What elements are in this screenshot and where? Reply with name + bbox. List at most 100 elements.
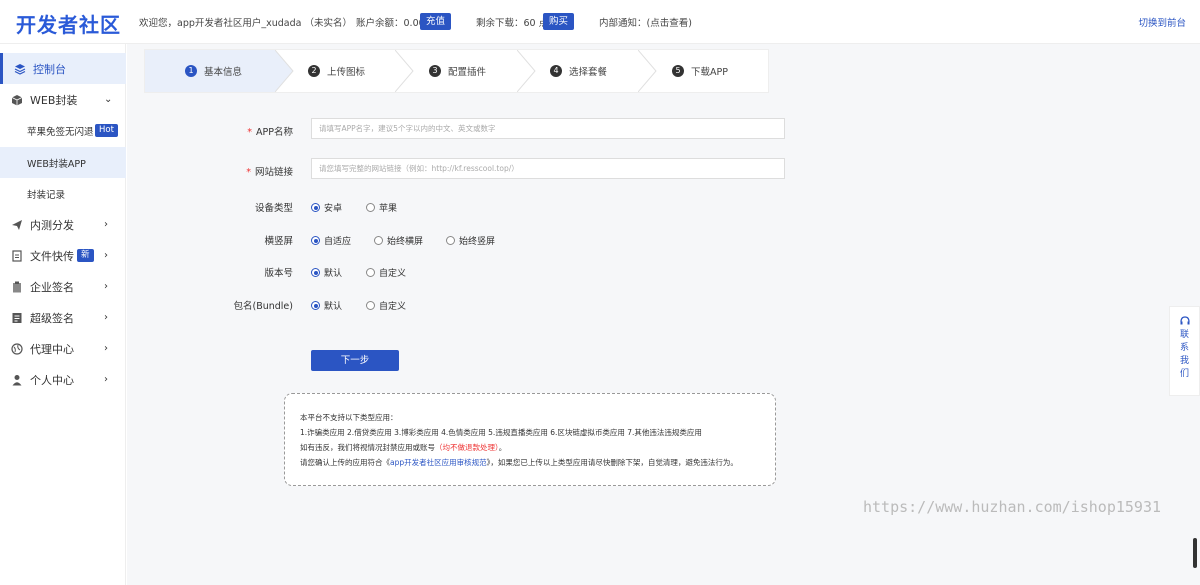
document-icon [11, 312, 23, 324]
clipboard-icon [11, 281, 23, 293]
sidebar-item-label: 封装记录 [27, 189, 66, 201]
balance-text: 账户余额：0.00 [356, 18, 425, 29]
app-name-input[interactable]: 请填写APP名字，建议5个字以内的中文、英文或数字 [311, 118, 785, 139]
internal-notice-link[interactable]: 内部通知：(点击查看) [599, 15, 692, 29]
sidebar-item-beta-distribution[interactable]: 内测分发 › [0, 209, 126, 240]
radio-portrait[interactable]: 始终竖屏 [446, 234, 495, 247]
chevron-right-icon: › [104, 343, 108, 354]
step-download-app[interactable]: 5 下载APP [672, 50, 728, 92]
step-progress: 1 基本信息 2 上传图标 3 配置插件 4 选择套餐 5 下载APP [144, 49, 769, 93]
url-label: * 网站链接 [246, 167, 293, 178]
step-number: 4 [550, 65, 562, 77]
contact-us-button[interactable]: 联 系 我 们 [1169, 306, 1200, 396]
review-policy-link[interactable]: app开发者社区应用审核规范 [390, 458, 487, 467]
contact-char: 系 [1179, 343, 1189, 353]
sidebar-item-super-sign[interactable]: 超级签名 › [0, 302, 126, 333]
headset-icon [1170, 315, 1199, 329]
step-arrow-icon [275, 50, 294, 92]
next-step-button[interactable]: 下一步 [311, 350, 399, 371]
notice-box: 本平台不支持以下类型应用： 1.诈骗类应用 2.借贷类应用 3.博彩类应用 4.… [284, 393, 776, 486]
send-icon [11, 219, 23, 231]
step-label: 上传图标 [327, 67, 366, 78]
version-label: 版本号 [264, 268, 293, 279]
buy-button[interactable]: 购买 [543, 13, 575, 30]
radio-bundle-custom[interactable]: 自定义 [366, 299, 406, 312]
new-badge: 新 [77, 249, 94, 262]
sidebar-item-personal-center[interactable]: 个人中心 › [0, 364, 126, 395]
radio-version-default[interactable]: 默认 [311, 266, 342, 279]
layers-icon [14, 63, 26, 75]
scrollbar[interactable] [1193, 538, 1197, 568]
chevron-right-icon: › [104, 374, 108, 385]
sidebar-item-label: 内测分发 [30, 218, 74, 232]
radio-apple[interactable]: 苹果 [366, 201, 397, 214]
contact-char: 们 [1179, 369, 1189, 379]
file-icon [11, 249, 23, 262]
top-header: 开发者社区 欢迎您，app开发者社区用户_xudada （未实名） 账户余额：0… [0, 0, 1200, 44]
step-label: 选择套餐 [569, 67, 608, 78]
app-name-label: * APP名称 [247, 127, 293, 138]
sidebar-item-label: 文件快传 [30, 249, 74, 263]
chevron-down-icon: ⌄ [104, 94, 113, 105]
step-config-plugin[interactable]: 3 配置插件 [429, 50, 486, 92]
sidebar-subitem-apple-signing[interactable]: 苹果免签无闪退 Hot [0, 115, 126, 146]
user-icon [11, 374, 23, 386]
hot-badge: Hot [95, 124, 118, 137]
box-icon [11, 94, 23, 106]
radio-adaptive[interactable]: 自适应 [311, 234, 351, 247]
sidebar-item-label: 代理中心 [30, 342, 74, 356]
radio-android[interactable]: 安卓 [311, 201, 342, 214]
notice-line: 请您确认上传的应用符合《app开发者社区应用审核规范》，如果您已上传以上类型应用… [300, 458, 738, 467]
sidebar-item-web-wrap[interactable]: WEB封装 ⌄ [0, 84, 126, 115]
step-label: 配置插件 [448, 67, 487, 78]
notice-line: 如有违反，我们将视情况封禁应用或账号（均不做退款处理）。 [300, 443, 507, 452]
step-upload-icon[interactable]: 2 上传图标 [308, 50, 365, 92]
step-arrow-icon [517, 50, 536, 92]
url-input[interactable]: 请您填写完整的网站链接（例如：http://kf.resscool.top/） [311, 158, 785, 179]
recharge-button[interactable]: 充值 [420, 13, 452, 30]
chevron-right-icon: › [104, 219, 108, 230]
radio-bundle-default[interactable]: 默认 [311, 299, 342, 312]
sidebar-item-label: 控制台 [33, 62, 66, 76]
radio-version-custom[interactable]: 自定义 [366, 266, 406, 279]
sidebar-item-agent-center[interactable]: 代理中心 › [0, 333, 126, 364]
step-arrow-icon [395, 50, 414, 92]
switch-frontend-link[interactable]: 切换到前台 [1138, 15, 1186, 29]
sidebar-item-enterprise-sign[interactable]: 企业签名 › [0, 271, 126, 302]
chevron-right-icon: › [104, 312, 108, 323]
step-number: 3 [429, 65, 441, 77]
sidebar-subitem-web-app[interactable]: WEB封装APP [0, 147, 126, 178]
sidebar-item-label: 超级签名 [30, 311, 74, 325]
sidebar-item-label: 苹果免签无闪退 [27, 126, 94, 138]
device-type-label: 设备类型 [254, 203, 293, 214]
notice-line: 1.诈骗类应用 2.借贷类应用 3.博彩类应用 4.色情类应用 5.违规直播类应… [300, 428, 702, 437]
step-arrow-icon [638, 50, 657, 92]
chevron-right-icon: › [104, 250, 108, 261]
step-label: 下载APP [691, 67, 728, 78]
step-number: 1 [185, 65, 197, 77]
sidebar-item-console[interactable]: 控制台 [0, 53, 126, 84]
sidebar-subitem-wrap-records[interactable]: 封装记录 [0, 178, 126, 209]
contact-char: 联 [1179, 330, 1189, 340]
step-number: 2 [308, 65, 320, 77]
sidebar-item-label: 个人中心 [30, 373, 74, 387]
bundle-label: 包名(Bundle) [233, 301, 294, 312]
contact-char: 我 [1179, 356, 1189, 366]
step-basic-info[interactable]: 1 基本信息 [145, 50, 275, 92]
sidebar-item-file-transfer[interactable]: 文件快传 新 › [0, 240, 126, 271]
orientation-label: 横竖屏 [264, 236, 293, 247]
step-label: 基本信息 [204, 67, 243, 78]
sidebar-item-label: WEB封装 [30, 93, 78, 107]
radio-landscape[interactable]: 始终横屏 [374, 234, 423, 247]
logo[interactable]: 开发者社区 [16, 9, 121, 38]
sidebar-item-label: WEB封装APP [27, 158, 86, 170]
step-choose-plan[interactable]: 4 选择套餐 [550, 50, 607, 92]
sidebar-item-label: 企业签名 [30, 280, 74, 294]
sidebar: 控制台 WEB封装 ⌄ 苹果免签无闪退 Hot WEB封装APP 封装记录 内测… [0, 44, 126, 585]
notice-line: 本平台不支持以下类型应用： [300, 413, 398, 422]
welcome-text: 欢迎您，app开发者社区用户_xudada （未实名） [139, 18, 352, 29]
watermark: https://www.huzhan.com/ishop15931 [863, 498, 1162, 516]
chevron-right-icon: › [104, 281, 108, 292]
globe-icon [11, 342, 23, 355]
downloads-text: 剩余下载：60 点 [476, 18, 549, 29]
